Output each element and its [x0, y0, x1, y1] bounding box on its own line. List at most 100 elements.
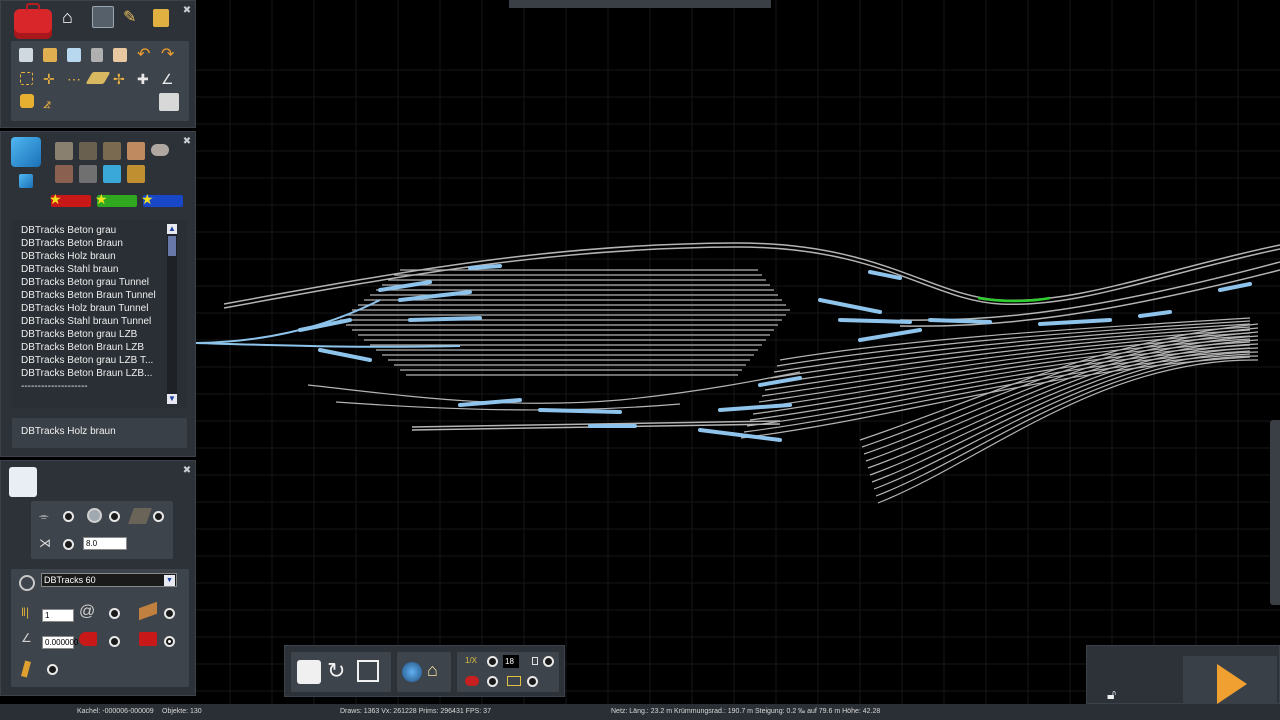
train-icon[interactable] — [153, 9, 169, 27]
track-mode-icon[interactable]: ⌯ — [39, 509, 49, 524]
rail-category-icon[interactable] — [79, 142, 97, 160]
signal-radio[interactable] — [109, 636, 120, 647]
slope-tool-icon[interactable]: ⦨ — [43, 94, 61, 112]
switch-mode-radio[interactable] — [63, 539, 74, 550]
spiral-radio[interactable] — [109, 608, 120, 619]
align-icon[interactable]: ⋯ — [67, 70, 85, 88]
scroll-thumb[interactable] — [168, 236, 176, 256]
chevron-down-icon[interactable]: ▼ — [164, 575, 175, 586]
pin-icon[interactable]: ✖ — [181, 136, 193, 148]
move-icon[interactable]: ✛ — [43, 70, 61, 88]
favorite-green-button[interactable]: ★ — [95, 191, 137, 207]
marker-radio[interactable] — [47, 664, 58, 675]
speed-value-box[interactable]: 18 — [503, 655, 519, 668]
marker-icon[interactable] — [21, 660, 31, 678]
stone-category-icon[interactable] — [151, 144, 169, 156]
rotate-view-icon[interactable]: ↻ — [327, 658, 345, 684]
water-category-icon[interactable] — [103, 165, 121, 183]
track-type-icon[interactable] — [19, 575, 35, 591]
select-rect-icon[interactable] — [20, 72, 33, 85]
slope-input[interactable]: 0.000000 — [42, 636, 78, 649]
scale-view-icon[interactable] — [357, 660, 379, 682]
list-item[interactable]: DBTracks Beton grau LZB T... — [21, 355, 153, 366]
signal-toggle-radio[interactable] — [487, 676, 498, 687]
speed-radio[interactable] — [487, 656, 498, 667]
list-item[interactable]: DBTracks Beton Braun LZB... — [21, 368, 152, 379]
copy-icon[interactable] — [113, 48, 127, 62]
embankment-icon[interactable] — [128, 508, 152, 524]
rotate-object-icon[interactable]: ✢ — [113, 70, 131, 88]
height-tool-icon[interactable] — [20, 94, 34, 108]
road-category-icon[interactable] — [79, 165, 97, 183]
terrain-icon[interactable] — [87, 508, 102, 523]
switch-mode-icon[interactable]: ⋊ — [39, 536, 51, 550]
list-item[interactable]: DBTracks Beton Braun Tunnel — [21, 290, 156, 301]
tracks-tool-icon[interactable] — [92, 6, 114, 28]
pin-icon[interactable]: ✖ — [181, 5, 193, 17]
bridge-category-icon[interactable] — [55, 165, 73, 183]
list-item[interactable]: DBTracks Beton Braun LZB — [21, 342, 144, 353]
sleeper-category-icon[interactable] — [103, 142, 121, 160]
list-item[interactable]: -------------------- — [21, 381, 88, 392]
track-signal-icon[interactable] — [139, 632, 157, 646]
list-item[interactable]: DBTracks Beton Braun — [21, 238, 123, 249]
wall-category-icon[interactable] — [127, 142, 145, 160]
camera-view-icon[interactable] — [159, 93, 179, 111]
monitor-icon[interactable] — [67, 48, 81, 62]
list-item[interactable]: DBTracks Stahl braun Tunnel — [21, 316, 151, 327]
list-item[interactable]: DBTracks Beton grau Tunnel — [21, 277, 149, 288]
embankment-radio[interactable] — [153, 511, 164, 522]
home-icon[interactable]: ⌂ — [62, 8, 80, 26]
spiral-icon[interactable]: @ — [79, 603, 95, 621]
track-align-icon[interactable] — [85, 72, 111, 84]
undo-icon[interactable]: ↶ — [137, 46, 155, 64]
track-type-select[interactable]: DBTracks 60 ▼ — [41, 573, 177, 587]
distance-input[interactable]: 8.0 — [83, 537, 127, 550]
list-item[interactable]: DBTracks Holz braun Tunnel — [21, 303, 148, 314]
crosshair-icon[interactable]: ✚ — [137, 70, 155, 88]
scroll-up-arrow-icon[interactable]: ▲ — [167, 224, 177, 234]
signal-toggle-icon[interactable] — [465, 676, 479, 686]
right-edge-handle[interactable] — [1270, 420, 1280, 605]
catalogue-cube-icon[interactable] — [11, 137, 41, 167]
favorite-blue-button[interactable]: ★ — [141, 191, 183, 207]
list-item[interactable]: DBTracks Beton grau — [21, 225, 116, 236]
angle-icon[interactable]: ∠ — [161, 70, 179, 88]
track-mode-radio[interactable] — [63, 511, 74, 522]
zoom-extents-icon[interactable] — [297, 660, 321, 684]
km-sign-radio[interactable] — [527, 676, 538, 687]
track-category-icon[interactable] — [55, 142, 73, 160]
list-item[interactable]: DBTracks Stahl braun — [21, 264, 118, 275]
speed-icon[interactable]: 1/X — [465, 656, 479, 668]
track-segment-radio[interactable] — [164, 608, 175, 619]
list-item[interactable]: DBTracks Beton grau LZB — [21, 329, 137, 340]
list-item[interactable]: DBTracks Holz braun — [21, 251, 116, 262]
terrain-radio[interactable] — [109, 511, 120, 522]
list-scrollbar[interactable]: ▲ ▼ — [167, 224, 177, 404]
place-object-icon[interactable] — [43, 48, 57, 62]
trash-icon[interactable] — [91, 48, 103, 62]
toolbox-icon[interactable] — [14, 3, 52, 39]
small-cube-icon[interactable] — [19, 174, 33, 188]
money-category-icon[interactable] — [127, 165, 145, 183]
km-sign-icon[interactable] — [507, 676, 521, 686]
paint-brush-icon[interactable]: ✎ — [123, 9, 141, 27]
top-center-tab[interactable] — [509, 0, 771, 8]
home-view-icon[interactable]: ⌂ — [427, 660, 438, 681]
redo-icon[interactable]: ↷ — [161, 46, 179, 64]
pin-icon[interactable]: ✖ — [181, 465, 193, 477]
play-button[interactable] — [1183, 656, 1277, 705]
scroll-down-arrow-icon[interactable]: ▼ — [167, 394, 177, 404]
signal-icon[interactable] — [79, 632, 97, 646]
lock-radio[interactable] — [543, 656, 554, 667]
count-input[interactable]: 1 — [42, 609, 74, 622]
track-signal-radio[interactable] — [164, 636, 175, 647]
unlock-icon[interactable]: 🔓︎ — [1107, 686, 1116, 703]
track-list[interactable]: ▲ ▼ DBTracks Beton grau DBTracks Beton Br… — [12, 220, 187, 408]
notes-icon[interactable] — [9, 467, 37, 497]
favorite-red-button[interactable]: ★ — [49, 191, 91, 207]
globe-icon[interactable] — [402, 662, 422, 682]
lock-small-icon[interactable] — [532, 657, 538, 665]
track-segment-icon[interactable] — [139, 601, 157, 621]
book-icon[interactable] — [19, 48, 33, 62]
